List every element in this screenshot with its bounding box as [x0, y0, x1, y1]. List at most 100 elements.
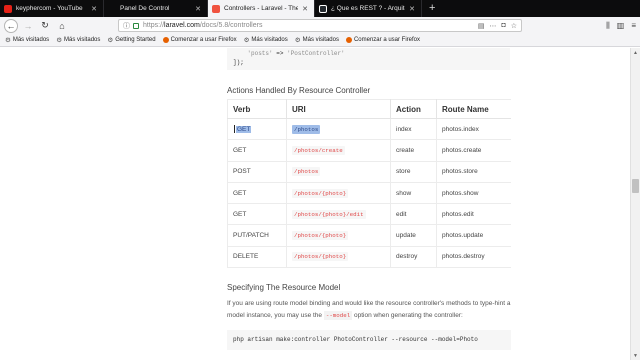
menu-icon[interactable]: ≡ [631, 21, 636, 30]
cell-verb: DELETE [227, 246, 287, 269]
tab-strip: keyphercom - YouTube ✕ Panel De Control … [0, 0, 640, 17]
uri-code: /photos [292, 167, 321, 177]
inline-code: --model [323, 311, 353, 320]
gear-icon: ⚙ [294, 37, 301, 44]
tab-youtube[interactable]: keyphercom - YouTube ✕ [0, 0, 104, 17]
new-tab-button[interactable]: + [422, 0, 442, 17]
bookmark-mas-visitados[interactable]: ⚙ Más visitados [5, 36, 49, 44]
tab-laravel-controllers[interactable]: Controllers - Laravel - The PHP ✕ [208, 0, 315, 17]
youtube-icon [4, 4, 12, 13]
reload-button[interactable]: ↻ [38, 19, 52, 33]
tab-label: Panel De Control [120, 5, 170, 12]
arrow-left-icon: ← [6, 20, 16, 31]
lock-icon[interactable] [133, 22, 139, 29]
cell-route-name: photos.destroy [436, 246, 511, 269]
cell-uri[interactable]: /photos [286, 118, 391, 141]
home-button[interactable]: ⌂ [55, 19, 69, 33]
navigation-toolbar: ← → ↻ ⌂ ⓘ https://laravel.com/docs/5.8/c… [0, 17, 640, 34]
cell-verb: GET [227, 203, 287, 226]
bookmark-label: Comenzar a usar Firefox [353, 37, 420, 43]
laravel-icon [212, 4, 220, 13]
scroll-down-icon[interactable]: ▼ [631, 351, 640, 360]
bookmark-comenzar-firefox[interactable]: Comenzar a usar Firefox [345, 37, 420, 43]
cell-action: show [390, 182, 437, 205]
reader-view-icon[interactable]: ▤ [478, 22, 485, 30]
gear-icon: ⚙ [56, 37, 63, 44]
bookmark-comenzar-firefox[interactable]: Comenzar a usar Firefox [162, 37, 237, 43]
close-icon[interactable]: ✕ [302, 5, 308, 13]
bookmark-getting-started[interactable]: ⚙ Getting Started [107, 36, 155, 44]
blank-page-icon [108, 5, 116, 13]
close-icon[interactable]: ✕ [409, 5, 415, 13]
command-code-block: php artisan make:controller PhotoControl… [227, 330, 511, 350]
sidebar-icon[interactable]: ▥ [617, 21, 625, 30]
cell-verb: GET [227, 182, 287, 205]
code-line: ]); [233, 59, 244, 66]
gear-icon: ⚙ [243, 37, 250, 44]
arrow-right-icon: → [23, 20, 33, 31]
column-header-route-name: Route Name [436, 99, 511, 119]
bookmark-label: Más visitados [251, 37, 288, 43]
tab-label: Controllers - Laravel - The PHP [224, 5, 299, 12]
table-row: GET /photos/{photo}/edit edit photos.edi… [227, 203, 511, 226]
section-heading: Actions Handled By Resource Controller [227, 86, 371, 95]
column-header-verb: Verb [227, 99, 287, 119]
back-button[interactable]: ← [4, 18, 18, 33]
cell-verb[interactable]: GET [227, 118, 287, 141]
tab-label: keyphercom - YouTube [16, 5, 83, 12]
page-actions-icon[interactable]: ⋯ [489, 22, 496, 30]
bookmark-mas-visitados[interactable]: ⚙ Más visitados [56, 36, 100, 44]
table-row: GET /photos/{photo} show photos.show [227, 182, 511, 205]
scroll-up-icon[interactable]: ▲ [631, 48, 640, 57]
table-row: PUT/PATCH /photos/{photo} update photos.… [227, 224, 511, 247]
cell-verb: PUT/PATCH [227, 224, 287, 247]
scrollbar-thumb[interactable] [632, 179, 639, 193]
cell-route-name: photos.store [436, 161, 511, 183]
paragraph-text: option when generating the controller: [354, 312, 463, 319]
firefox-icon [162, 37, 169, 43]
cell-verb: POST [227, 161, 287, 183]
paragraph: If you are using route model binding and… [227, 298, 512, 322]
bookmark-label: Getting Started [115, 37, 156, 43]
cell-route-name: photos.index [436, 118, 511, 141]
cell-route-name: photos.edit [436, 203, 511, 226]
selected-text[interactable]: GET [236, 125, 252, 133]
address-bar[interactable]: ⓘ https://laravel.com/docs/5.8/controlle… [118, 19, 522, 32]
close-icon[interactable]: ✕ [195, 5, 201, 13]
cell-route-name: photos.show [436, 182, 511, 205]
pocket-icon[interactable]: ◘ [501, 22, 505, 29]
code-block-preview: 'posts' => 'PostController' ]); [227, 48, 510, 70]
cell-uri: /photos/{photo}/edit [286, 203, 391, 226]
cell-uri: /photos [286, 161, 391, 183]
table-row: GET /photos index photos.index [227, 118, 511, 141]
uri-code: /photos/{photo} [292, 188, 349, 198]
info-icon[interactable]: ⓘ [123, 21, 130, 31]
uri-code[interactable]: /photos [292, 124, 321, 134]
cell-action: store [390, 161, 437, 183]
page-content: 'posts' => 'PostController' ]); Actions … [0, 48, 640, 360]
url-text[interactable]: https://laravel.com/docs/5.8/controllers [143, 22, 473, 29]
bookmark-star-icon[interactable]: ☆ [511, 22, 517, 30]
cell-uri: /photos/{photo} [286, 224, 391, 247]
tab-que-es-rest[interactable]: ¿ Que es REST ? - Arquitectura ✕ [315, 0, 422, 17]
tab-panel-de-control[interactable]: Panel De Control ✕ [104, 0, 208, 17]
bookmark-mas-visitados[interactable]: ⚙ Más visitados [244, 36, 288, 44]
gear-icon: ⚙ [107, 37, 114, 44]
bookmark-label: Comenzar a usar Firefox [170, 37, 237, 43]
cell-action: update [390, 224, 437, 247]
vertical-scrollbar[interactable]: ▲ ▼ [630, 48, 640, 360]
command-text: php artisan make:controller PhotoControl… [233, 336, 478, 343]
github-icon [319, 4, 327, 13]
table-row: GET /photos/create create photos.create [227, 139, 511, 162]
reload-icon: ↻ [41, 20, 49, 30]
cell-action: index [390, 118, 437, 141]
library-icon[interactable]: ⫼ [606, 21, 610, 31]
bookmark-mas-visitados[interactable]: ⚙ Más visitados [295, 36, 339, 44]
forward-button[interactable]: → [21, 19, 35, 33]
bookmark-label: Más visitados [302, 37, 339, 43]
code-string: 'PostController' [287, 50, 345, 57]
table-row: POST /photos store photos.store [227, 161, 511, 183]
cell-uri: /photos/{photo} [286, 246, 391, 269]
close-icon[interactable]: ✕ [91, 5, 97, 13]
firefox-icon [345, 37, 352, 43]
